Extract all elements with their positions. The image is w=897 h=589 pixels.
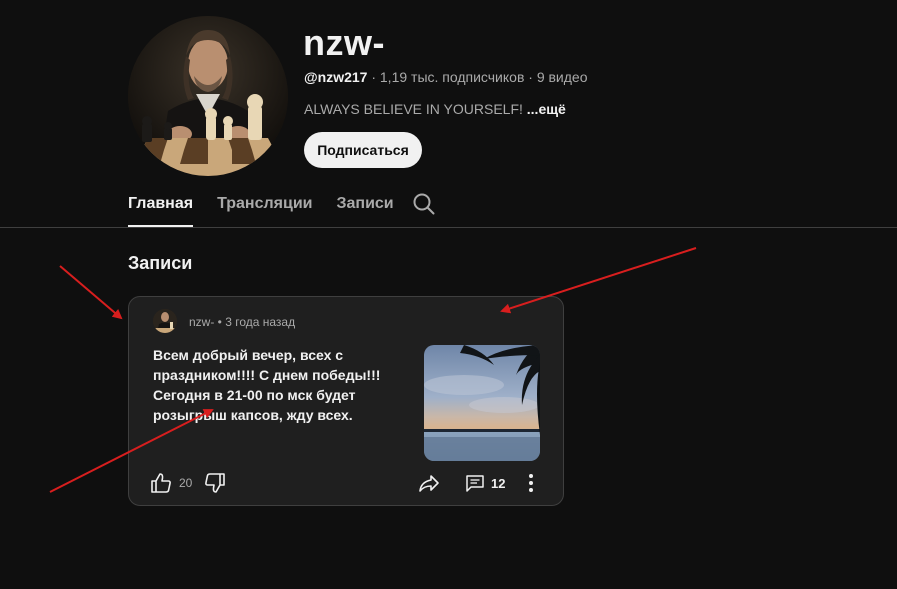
channel-handle[interactable]: @nzw217 xyxy=(304,69,367,85)
tab-home[interactable]: Главная xyxy=(128,184,194,227)
channel-avatar[interactable] xyxy=(128,16,288,176)
subscribe-button[interactable]: Подписаться xyxy=(304,132,422,168)
community-post[interactable]: nzw- • 3 года назад Всем добрый вечер, в… xyxy=(128,296,564,506)
tab-posts[interactable]: Записи xyxy=(336,184,393,227)
post-time: • 3 года назад xyxy=(214,315,296,329)
share-icon xyxy=(419,475,439,492)
section-title: Записи xyxy=(128,253,193,273)
tab-live[interactable]: Трансляции xyxy=(217,184,312,227)
post-text: Всем добрый вечер, всех с праздником!!!!… xyxy=(153,347,381,423)
post-author-avatar[interactable] xyxy=(153,309,177,333)
post-author-name[interactable]: nzw- xyxy=(189,315,214,329)
like-icon xyxy=(151,473,171,493)
comment-icon xyxy=(466,475,484,492)
description-text: ALWAYS BELIEVE IN YOURSELF! xyxy=(304,101,527,117)
more-icon xyxy=(529,474,533,492)
channel-tabs: Главная Трансляции Записи xyxy=(128,184,418,228)
dislike-icon xyxy=(205,473,225,493)
post-meta: nzw- • 3 года назад xyxy=(189,315,295,329)
channel-meta: @nzw217 · 1,19 тыс. подписчиков · 9 виде… xyxy=(304,69,588,85)
channel-description[interactable]: ALWAYS BELIEVE IN YOURSELF! ...ещё xyxy=(304,101,566,117)
more-button[interactable] xyxy=(519,471,543,495)
comment-count: 12 xyxy=(491,475,506,491)
more-link[interactable]: ...ещё xyxy=(527,101,566,117)
annotation-arrow-left xyxy=(59,265,123,320)
channel-title: nzw- xyxy=(303,22,385,63)
tabs-divider xyxy=(0,227,897,228)
dislike-button[interactable] xyxy=(203,471,227,495)
channel-stats: · 1,19 тыс. подписчиков · 9 видео xyxy=(367,69,588,85)
like-count: 20 xyxy=(179,476,193,490)
post-image[interactable] xyxy=(424,345,540,461)
like-button[interactable]: 20 xyxy=(149,471,192,495)
channel-page: nzw- @nzw217 · 1,19 тыс. подписчиков · 9… xyxy=(0,0,897,589)
search-icon[interactable] xyxy=(412,192,436,216)
comment-button[interactable]: 12 xyxy=(465,473,505,493)
post-actions: 20 12 xyxy=(129,469,565,497)
share-button[interactable] xyxy=(417,471,441,495)
